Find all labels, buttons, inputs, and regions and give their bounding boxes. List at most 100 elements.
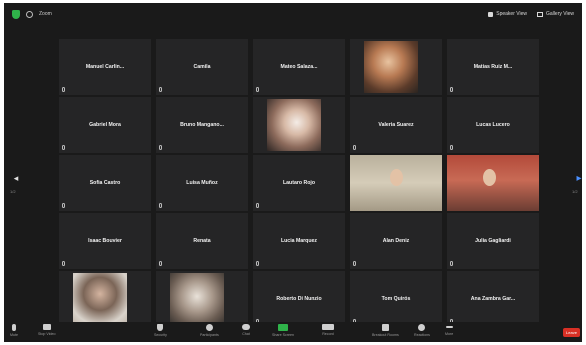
participant-tile[interactable]: Camila	[156, 39, 248, 95]
participant-name: Lautaro Rojo	[283, 180, 315, 186]
previous-page-arrow[interactable]: ◂	[11, 171, 21, 185]
breakout-rooms-button[interactable]: Breakout Rooms	[372, 324, 399, 337]
speaker-view-icon	[488, 11, 494, 17]
participant-tile[interactable]: Sofia Castro	[59, 155, 151, 211]
record-button[interactable]: Record	[322, 324, 334, 336]
participant-tile[interactable]: Gabriel Mora	[59, 97, 151, 153]
muted-microphone-icon	[450, 261, 453, 266]
reactions-button[interactable]: Reactions	[414, 324, 430, 337]
next-page-arrow[interactable]: ▸	[574, 171, 582, 185]
gallery-view-button[interactable]: Gallery View	[537, 11, 574, 17]
participant-name: Gabriel Mora	[89, 122, 121, 128]
participant-video-tile[interactable]	[156, 271, 248, 327]
participant-name: Renata	[193, 238, 211, 244]
participant-name: Luisa Muñoz	[186, 180, 218, 186]
participant-tile[interactable]: Valeria Suarez	[350, 97, 442, 153]
participant-tile[interactable]: Manuel Carlin...	[59, 39, 151, 95]
muted-microphone-icon	[159, 203, 162, 208]
muted-microphone-icon	[353, 261, 356, 266]
participant-video-tile[interactable]	[447, 155, 539, 211]
participant-name: Tom Quirós	[381, 296, 411, 302]
microphone-icon	[12, 324, 16, 331]
more-dots-icon	[445, 326, 453, 328]
previous-page-indicator: 1/2	[10, 189, 16, 194]
participant-tile[interactable]: Luisa Muñoz	[156, 155, 248, 211]
participant-tile[interactable]: Lucia Marquez	[253, 213, 345, 269]
participant-video-feed	[73, 273, 127, 325]
participant-video-tile[interactable]	[350, 155, 442, 211]
participant-tile[interactable]: Roberto Di Nunzio	[253, 271, 345, 327]
participant-tile[interactable]: Isaac Bouvier	[59, 213, 151, 269]
muted-microphone-icon	[450, 87, 453, 92]
participant-video-feed	[447, 155, 539, 211]
participant-video-feed	[364, 41, 418, 93]
security-button[interactable]: Security	[154, 324, 167, 337]
participant-name: Lucas Lucero	[476, 122, 510, 128]
participant-tile[interactable]: Lucas Lucero	[447, 97, 539, 153]
muted-microphone-icon	[256, 261, 259, 266]
zoom-meeting-window: Zoom Speaker View Gallery View ◂ 1/2 ▸ 1…	[4, 3, 582, 342]
meeting-label: Zoom	[39, 11, 52, 17]
chat-button[interactable]: Chat	[242, 324, 250, 336]
record-icon	[322, 324, 334, 330]
chat-bubble-icon	[242, 324, 250, 330]
muted-microphone-icon	[159, 87, 162, 92]
participant-video-tile[interactable]	[253, 97, 345, 153]
breakout-rooms-icon	[381, 324, 389, 331]
participant-name: Sofia Castro	[89, 180, 121, 186]
participant-tile[interactable]: Renata	[156, 213, 248, 269]
participant-video-feed	[350, 155, 442, 211]
leave-button[interactable]: Leave	[563, 328, 580, 337]
face-shape	[390, 169, 403, 186]
security-shield-icon[interactable]	[12, 9, 20, 19]
participant-name: Alan Deniz	[382, 238, 410, 244]
stop-video-button[interactable]: Stop Video	[38, 324, 56, 336]
participant-video-feed	[170, 273, 224, 325]
top-bar: Zoom Speaker View Gallery View	[4, 3, 582, 25]
muted-microphone-icon	[256, 203, 259, 208]
participant-name: Julia Gagliardi	[475, 238, 511, 244]
participant-tile[interactable]: Julia Gagliardi	[447, 213, 539, 269]
gallery-view-icon	[537, 11, 544, 17]
muted-microphone-icon	[62, 145, 65, 150]
participant-name: Isaac Bouvier	[88, 238, 122, 244]
participant-tile[interactable]: Alan Deniz	[350, 213, 442, 269]
participant-name: Ana Zambra Gar...	[470, 296, 516, 302]
participant-tile[interactable]: Mateo Salaza...	[253, 39, 345, 95]
participant-name: Camila	[193, 64, 211, 70]
participant-video-tile[interactable]	[59, 271, 151, 327]
participants-button[interactable]: Participants	[200, 324, 219, 337]
participant-name: Manuel Carlin...	[85, 64, 125, 70]
muted-microphone-icon	[256, 87, 259, 92]
muted-microphone-icon	[62, 261, 65, 266]
participant-name: Mateo Salaza...	[280, 64, 318, 70]
muted-microphone-icon	[450, 145, 453, 150]
participant-name: Bruno Mangano...	[180, 122, 224, 128]
participant-tile[interactable]: Tom Quirós	[350, 271, 442, 327]
participant-tile[interactable]: Ana Zambra Gar...	[447, 271, 539, 327]
next-page-indicator: 1/2	[572, 189, 578, 194]
more-button[interactable]: More	[445, 324, 453, 336]
share-screen-icon	[277, 324, 288, 331]
mute-button[interactable]: Mute	[10, 324, 18, 337]
muted-microphone-icon	[159, 145, 162, 150]
participant-name: Roberto Di Nunzio	[276, 296, 322, 302]
participant-gallery: Manuel Carlin... Camila Mateo Salaza... Mat…	[59, 39, 539, 327]
meeting-info: Zoom	[12, 9, 52, 19]
speaker-view-button[interactable]: Speaker View	[488, 11, 527, 17]
participants-icon	[205, 324, 213, 331]
info-icon[interactable]	[26, 10, 33, 18]
share-screen-button[interactable]: Share Screen	[272, 324, 294, 337]
face-shape	[483, 169, 496, 186]
video-camera-icon	[42, 324, 51, 330]
participant-tile[interactable]: Lautaro Rojo	[253, 155, 345, 211]
shield-icon	[157, 324, 164, 331]
muted-microphone-icon	[353, 145, 356, 150]
participant-name: Matias Ruiz M...	[473, 64, 513, 70]
participant-tile[interactable]: Matias Ruiz M...	[447, 39, 539, 95]
participant-video-tile[interactable]	[350, 39, 442, 95]
reactions-icon	[418, 324, 426, 331]
participant-video-feed	[267, 99, 321, 151]
muted-microphone-icon	[159, 261, 162, 266]
participant-tile[interactable]: Bruno Mangano...	[156, 97, 248, 153]
